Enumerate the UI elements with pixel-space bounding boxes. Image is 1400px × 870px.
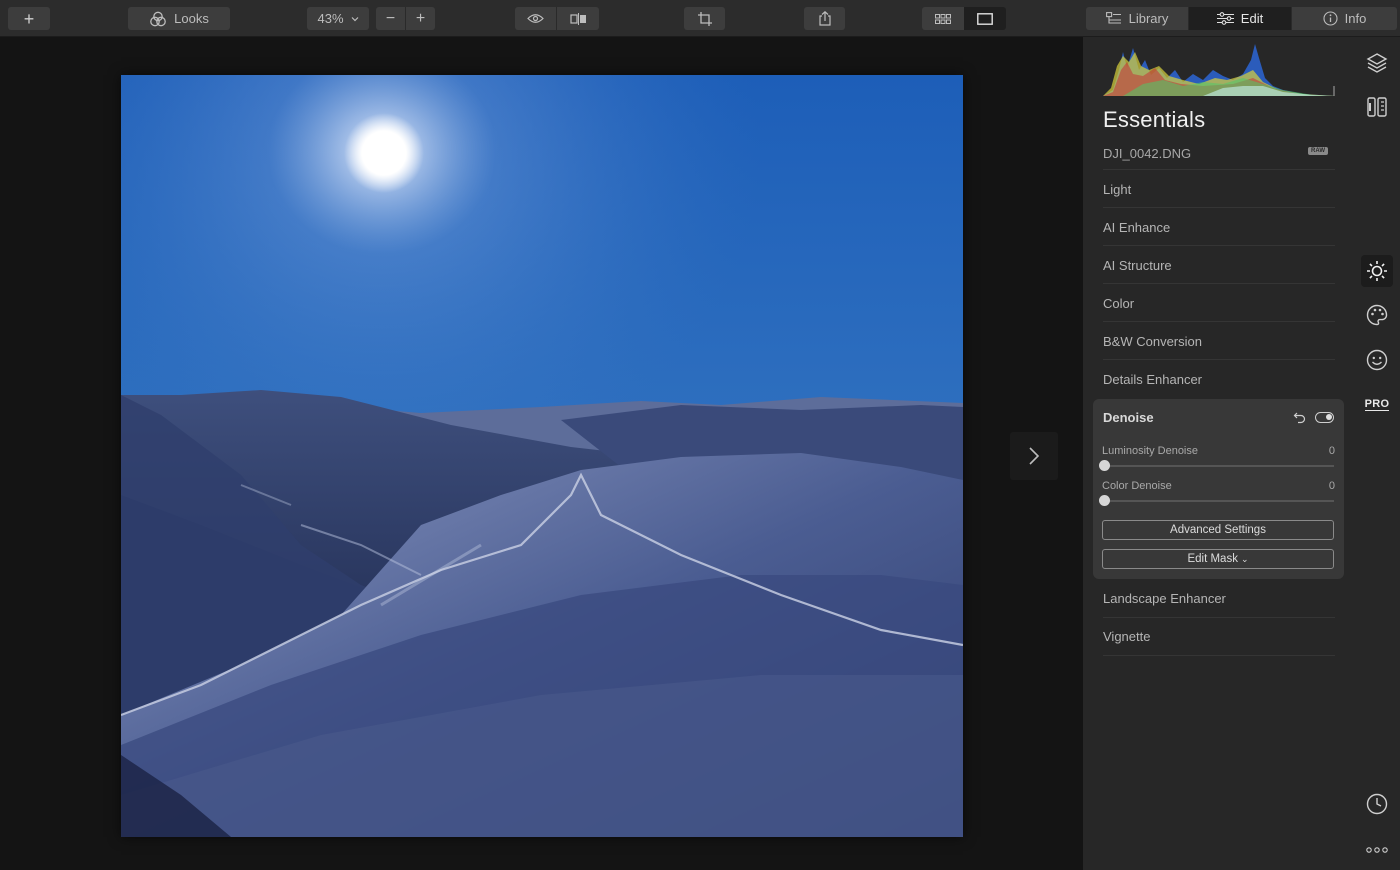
color-denoise-value: 0 bbox=[1328, 480, 1335, 492]
canvas-icon bbox=[1367, 97, 1387, 117]
tool-rail: PRO bbox=[1353, 37, 1400, 870]
top-toolbar: + Looks 43% − + Library Edit Info bbox=[0, 0, 1400, 37]
crop-icon bbox=[697, 11, 712, 26]
divider bbox=[1103, 169, 1335, 170]
pro-label: PRO bbox=[1364, 397, 1390, 411]
color-denoise-handle[interactable] bbox=[1099, 495, 1110, 506]
zoom-select[interactable]: 43% bbox=[307, 7, 369, 30]
more-button[interactable] bbox=[1361, 834, 1393, 866]
mode-tabs: Library Edit Info bbox=[1086, 7, 1397, 30]
sun-icon bbox=[1367, 261, 1387, 281]
divider bbox=[1103, 245, 1335, 246]
grid-view-button[interactable] bbox=[922, 7, 964, 30]
share-button[interactable] bbox=[804, 7, 845, 30]
histogram bbox=[1103, 44, 1335, 96]
face-icon bbox=[1366, 349, 1388, 371]
luminosity-denoise-handle[interactable] bbox=[1099, 460, 1110, 471]
undo-icon[interactable] bbox=[1293, 411, 1306, 424]
tab-info[interactable]: Info bbox=[1292, 7, 1397, 30]
portrait-tab-button[interactable] bbox=[1361, 344, 1393, 376]
divider bbox=[1103, 283, 1335, 284]
zoom-value: 43% bbox=[317, 11, 344, 26]
view-compare-group bbox=[515, 7, 599, 30]
zoom-in-button[interactable]: + bbox=[406, 7, 435, 30]
crop-button[interactable] bbox=[684, 7, 725, 30]
section-ai-enhance[interactable]: AI Enhance bbox=[1103, 220, 1170, 235]
grid-icon bbox=[935, 13, 951, 24]
edit-mask-label: Edit Mask bbox=[1187, 553, 1238, 565]
denoise-title[interactable]: Denoise bbox=[1103, 410, 1154, 425]
section-ai-structure[interactable]: AI Structure bbox=[1103, 258, 1172, 273]
canvas-tools-button[interactable] bbox=[1361, 91, 1393, 123]
divider bbox=[1103, 321, 1335, 322]
history-button[interactable] bbox=[1361, 788, 1393, 820]
single-view-button[interactable] bbox=[964, 7, 1006, 30]
sliders-icon bbox=[1216, 12, 1234, 25]
luminosity-denoise-value: 0 bbox=[1328, 445, 1335, 457]
edit-mask-button[interactable]: Edit Mask ⌄ bbox=[1102, 549, 1334, 569]
denoise-toggle[interactable] bbox=[1315, 412, 1334, 423]
looks-button[interactable]: Looks bbox=[128, 7, 230, 30]
chevron-down-icon: ⌄ bbox=[1240, 553, 1249, 564]
divider bbox=[1103, 617, 1335, 618]
section-light[interactable]: Light bbox=[1103, 182, 1131, 197]
divider bbox=[1103, 207, 1335, 208]
looks-icon bbox=[150, 11, 166, 26]
pro-tab-button[interactable]: PRO bbox=[1361, 388, 1393, 420]
chevron-down-icon bbox=[351, 16, 358, 21]
library-icon bbox=[1105, 12, 1121, 24]
plus-icon: + bbox=[23, 8, 35, 29]
info-icon bbox=[1323, 11, 1338, 26]
tab-library[interactable]: Library bbox=[1086, 7, 1188, 30]
zoom-stepper: − + bbox=[376, 7, 435, 30]
luminosity-denoise-slider[interactable] bbox=[1103, 465, 1334, 467]
advanced-settings-label: Advanced Settings bbox=[1170, 524, 1266, 536]
chevron-right-icon bbox=[1029, 447, 1040, 465]
tab-library-label: Library bbox=[1128, 11, 1169, 26]
tab-edit[interactable]: Edit bbox=[1189, 7, 1291, 30]
essentials-tab-button[interactable] bbox=[1361, 255, 1393, 287]
creative-tab-button[interactable] bbox=[1361, 299, 1393, 331]
palette-icon bbox=[1366, 304, 1388, 326]
eye-icon bbox=[527, 14, 544, 23]
landscape-photo bbox=[121, 75, 963, 837]
single-image-icon bbox=[977, 12, 993, 25]
section-bw-conversion[interactable]: B&W Conversion bbox=[1103, 334, 1202, 349]
tab-info-label: Info bbox=[1344, 11, 1367, 26]
color-denoise-label: Color Denoise bbox=[1102, 480, 1172, 492]
compare-icon bbox=[569, 12, 586, 25]
compare-button[interactable] bbox=[557, 7, 599, 30]
section-color[interactable]: Color bbox=[1103, 296, 1134, 311]
advanced-settings-button[interactable]: Advanced Settings bbox=[1102, 520, 1334, 540]
essentials-panel: Essentials DJI_0042.DNG RAW Light AI Enh… bbox=[1083, 37, 1353, 870]
raw-badge: RAW bbox=[1308, 147, 1328, 155]
preview-button[interactable] bbox=[515, 7, 556, 30]
section-vignette[interactable]: Vignette bbox=[1103, 629, 1150, 644]
clock-icon bbox=[1366, 793, 1388, 815]
color-denoise-slider[interactable] bbox=[1103, 500, 1334, 502]
share-icon bbox=[818, 11, 831, 26]
next-image-button[interactable] bbox=[1010, 432, 1058, 480]
section-details-enhancer[interactable]: Details Enhancer bbox=[1103, 372, 1202, 387]
luminosity-denoise-label: Luminosity Denoise bbox=[1102, 445, 1198, 457]
photo-preview[interactable] bbox=[121, 75, 963, 837]
add-button[interactable]: + bbox=[8, 7, 50, 30]
image-canvas bbox=[0, 37, 1083, 870]
more-icon bbox=[1366, 847, 1388, 853]
section-landscape-enhancer[interactable]: Landscape Enhancer bbox=[1103, 591, 1226, 606]
layers-button[interactable] bbox=[1361, 47, 1393, 79]
tab-edit-label: Edit bbox=[1240, 11, 1264, 26]
denoise-section: Denoise Luminosity Denoise 0 Color Denoi… bbox=[1093, 399, 1344, 579]
looks-label: Looks bbox=[174, 11, 209, 26]
layout-toggle bbox=[922, 7, 1006, 30]
file-name: DJI_0042.DNG bbox=[1103, 146, 1192, 161]
zoom-out-button[interactable]: − bbox=[376, 7, 405, 30]
divider bbox=[1103, 655, 1335, 656]
layers-icon bbox=[1366, 53, 1388, 73]
panel-title: Essentials bbox=[1103, 107, 1206, 132]
divider bbox=[1103, 359, 1335, 360]
